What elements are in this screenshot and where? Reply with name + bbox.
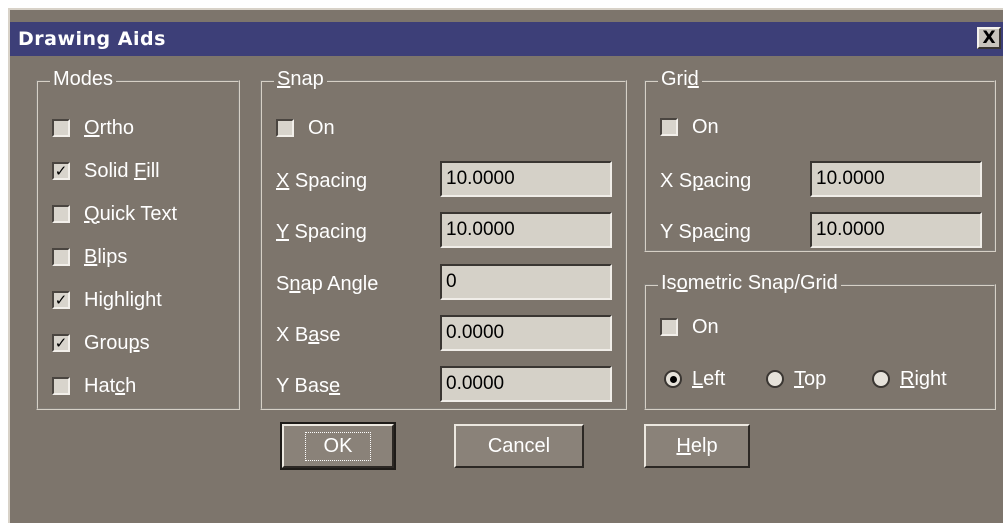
modes-item[interactable]: ✓ Groups: [52, 328, 150, 358]
snap-x-spacing-label: X Spacing: [276, 170, 368, 192]
modes-checkbox[interactable]: [52, 248, 70, 266]
grid-y-spacing-input[interactable]: [810, 212, 982, 248]
grid-on-checkbox-row[interactable]: On: [660, 112, 719, 142]
modes-item-label: Hatch: [84, 374, 137, 397]
modes-item-label: Solid Fill: [84, 159, 160, 182]
snap-y-base-input[interactable]: [440, 366, 612, 402]
drawing-aids-dialog: Drawing Aids X Modes Ortho ✓ Solid Fill Qui…: [8, 8, 1003, 523]
isometric-on-label: On: [692, 315, 719, 338]
close-icon: X: [982, 28, 996, 48]
title-bar: Drawing Aids X: [10, 22, 1003, 56]
radio-top-label: Top: [794, 367, 827, 390]
radio-right-label: Right: [900, 367, 947, 390]
radio-right-row[interactable]: Right: [872, 365, 947, 393]
check-mark-icon: ✓: [54, 333, 68, 352]
radio-dot-icon: [669, 375, 677, 383]
modes-checkbox[interactable]: ✓: [52, 162, 70, 180]
snap-x-spacing-input[interactable]: [440, 161, 612, 197]
snap-on-label: On: [308, 116, 335, 139]
modes-item-label: Blips: [84, 245, 128, 268]
modes-checkbox[interactable]: ✓: [52, 291, 70, 309]
modes-item[interactable]: Quick Text: [52, 199, 177, 229]
modes-item[interactable]: ✓ Highlight: [52, 285, 162, 315]
radio-top-row[interactable]: Top: [766, 365, 826, 393]
radio-left[interactable]: [664, 370, 682, 388]
isometric-legend: Isometric Snap/Grid: [658, 272, 841, 295]
grid-group: Grid On X Spacing Y Spacing: [644, 68, 996, 252]
modes-item-label: Ortho: [84, 116, 135, 139]
modes-legend: Modes: [50, 68, 117, 91]
snap-x-base-label: X Base: [276, 324, 341, 346]
window-title: Drawing Aids: [18, 28, 166, 50]
modes-item-label: Groups: [84, 331, 150, 354]
modes-item-label: Quick Text: [84, 202, 178, 225]
help-button[interactable]: Help: [644, 424, 750, 468]
snap-x-base-input[interactable]: [440, 315, 612, 351]
snap-on-checkbox[interactable]: [276, 119, 294, 137]
radio-left-row[interactable]: Left: [664, 365, 725, 393]
snap-y-spacing-label: Y Spacing: [276, 221, 367, 243]
snap-group: Snap On X Spacing Y Spacing Snap Angle X…: [260, 68, 627, 410]
grid-y-spacing-label: Y Spacing: [660, 221, 751, 243]
modes-item[interactable]: Hatch: [52, 371, 136, 401]
snap-y-base-label: Y Base: [276, 375, 341, 397]
modes-checkbox[interactable]: [52, 205, 70, 223]
cancel-button-label: Cancel: [487, 434, 551, 457]
snap-angle-input[interactable]: [440, 264, 612, 300]
grid-x-spacing-input[interactable]: [810, 161, 982, 197]
ok-button[interactable]: OK: [280, 422, 396, 470]
modes-checkbox[interactable]: [52, 119, 70, 137]
ok-button-label: OK: [304, 431, 372, 461]
radio-top[interactable]: [766, 370, 784, 388]
radio-left-label: Left: [692, 367, 726, 390]
grid-on-label: On: [692, 115, 719, 138]
isometric-on-checkbox[interactable]: [660, 318, 678, 336]
check-mark-icon: ✓: [54, 161, 68, 180]
grid-on-checkbox[interactable]: [660, 118, 678, 136]
help-button-label: Help: [676, 434, 718, 457]
modes-item[interactable]: Ortho: [52, 113, 134, 143]
snap-y-spacing-input[interactable]: [440, 212, 612, 248]
modes-checkbox[interactable]: ✓: [52, 334, 70, 352]
isometric-on-checkbox-row[interactable]: On: [660, 312, 719, 342]
cancel-button[interactable]: Cancel: [454, 424, 584, 468]
modes-item[interactable]: Blips: [52, 242, 127, 272]
close-button[interactable]: X: [977, 27, 1001, 49]
snap-angle-label: Snap Angle: [276, 273, 379, 295]
isometric-group: Isometric Snap/Grid On Left Top Right: [644, 272, 996, 410]
radio-right[interactable]: [872, 370, 890, 388]
modes-item-label: Highlight: [84, 288, 162, 311]
snap-legend: Snap: [274, 68, 327, 91]
modes-item[interactable]: ✓ Solid Fill: [52, 156, 160, 186]
grid-legend: Grid: [658, 68, 702, 91]
snap-on-checkbox-row[interactable]: On: [276, 113, 335, 143]
modes-checkbox[interactable]: [52, 377, 70, 395]
modes-group: Modes Ortho ✓ Solid Fill Quick Text Blips ✓ Hi…: [36, 68, 240, 410]
check-mark-icon: ✓: [54, 290, 68, 309]
grid-x-spacing-label: X Spacing: [660, 170, 752, 192]
